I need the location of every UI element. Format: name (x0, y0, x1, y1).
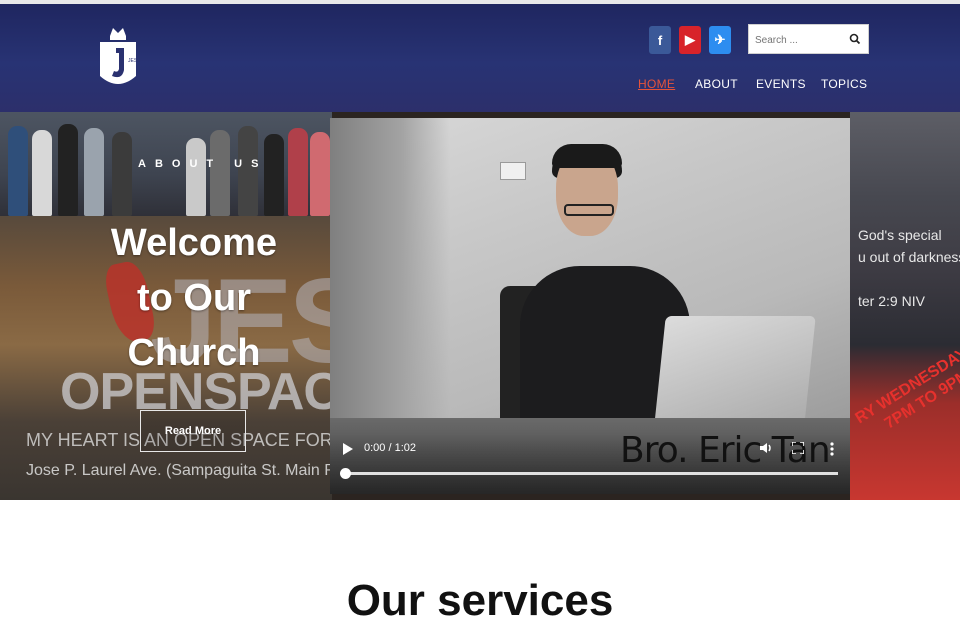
video-progress-handle[interactable] (340, 468, 351, 479)
hero-heading: Welcome to Our Church (100, 216, 288, 381)
play-icon[interactable] (343, 443, 353, 455)
nav-topics[interactable]: TOPICS (821, 77, 867, 91)
verse-line (858, 268, 960, 290)
verse-text: God's special u out of darkness ter 2:9 … (858, 224, 960, 312)
nav-about[interactable]: ABOUT (695, 77, 738, 91)
more-options-icon[interactable] (830, 442, 834, 456)
facebook-icon[interactable]: f (649, 26, 671, 54)
read-more-button[interactable]: Read More (140, 410, 246, 452)
messenger-icon[interactable]: ✈ (709, 26, 731, 54)
volume-icon[interactable] (758, 440, 774, 456)
wednesday-banner: RY WEDNESDAY 7PM TO 9PM (852, 344, 960, 446)
search-box (748, 24, 869, 54)
svg-text:JESUS: JESUS (128, 58, 140, 64)
search-input[interactable] (755, 31, 845, 49)
site-header: JESUS f ▶ ✈ HOME ABOUT EVENTS TOPICS (0, 0, 960, 112)
video-progress-track[interactable] (344, 472, 838, 475)
verse-line: u out of darkness (858, 249, 960, 265)
church-logo[interactable]: JESUS (96, 24, 140, 96)
youtube-icon[interactable]: ▶ (679, 26, 701, 54)
hero-heading-line: Welcome (110, 222, 278, 264)
video-frame-glasses (564, 204, 614, 216)
hero-heading-line: to Our (137, 277, 251, 319)
fullscreen-icon[interactable] (792, 442, 804, 454)
video-time: 0:00 / 1:02 (364, 442, 416, 454)
verse-line: God's special (858, 227, 942, 243)
nav-events[interactable]: EVENTS (756, 77, 806, 91)
hero-heading-line: Church (127, 332, 261, 374)
video-player[interactable]: Bro. Eric Tan 0:00 / 1:02 (330, 118, 850, 494)
services-title: Our services (346, 576, 614, 625)
wall-socket (500, 162, 526, 180)
video-frame-hair-top (552, 144, 622, 168)
nav-home[interactable]: HOME (638, 77, 675, 91)
search-icon[interactable] (848, 32, 862, 46)
section-label: ABOUT US (138, 158, 268, 170)
hero-background-right: God's special u out of darkness ter 2:9 … (850, 112, 960, 500)
video-frame-laptop (654, 316, 816, 426)
verse-line: ter 2:9 NIV (858, 293, 925, 309)
background-address: Jose P. Laurel Ave. (Sampaguita St. Main… (26, 462, 345, 479)
